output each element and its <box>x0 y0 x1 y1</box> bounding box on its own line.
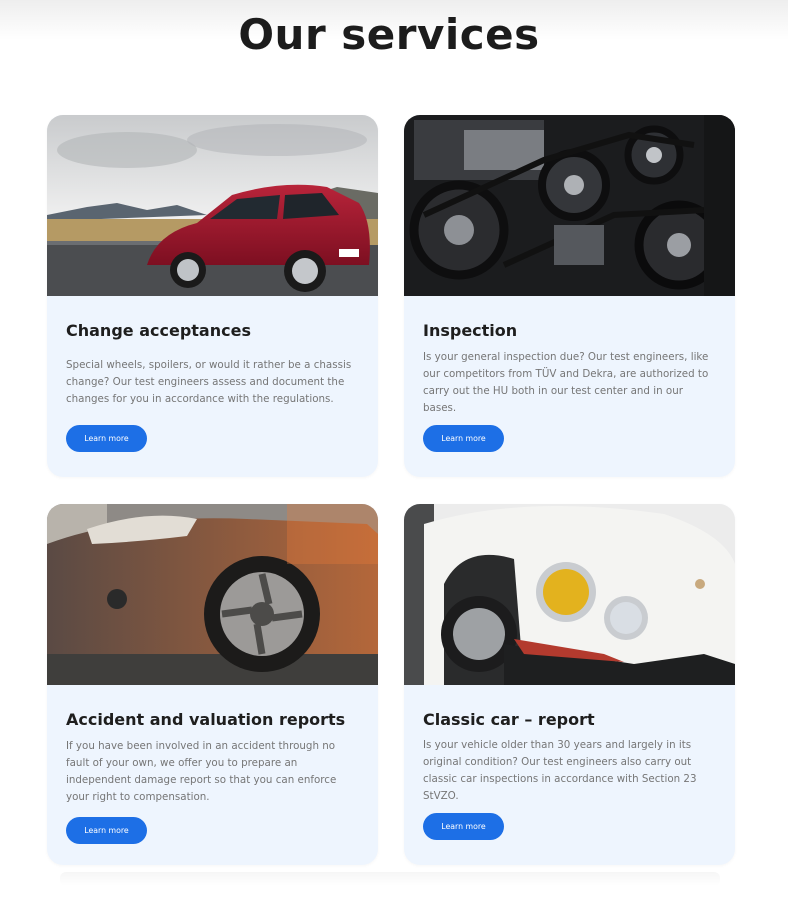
footer-fade <box>60 872 720 886</box>
card-description: Is your vehicle older than 30 years and … <box>423 739 697 802</box>
card-title: Classic car – report <box>423 710 595 729</box>
learn-more-button[interactable]: Learn more <box>66 425 147 452</box>
service-card-accident-reports: Accident and valuation reports If you ha… <box>47 504 378 865</box>
service-card-change-acceptances: Change acceptances Special wheels, spoil… <box>47 115 378 477</box>
red-hatchback-car-photo <box>47 115 378 296</box>
page-title: Our services <box>238 10 540 59</box>
card-title: Change acceptances <box>66 321 251 340</box>
flat-tire-car-photo <box>47 504 378 685</box>
classic-white-car-photo <box>404 504 735 685</box>
service-card-classic-car: Classic car – report Is your vehicle old… <box>404 504 735 865</box>
learn-more-button[interactable]: Learn more <box>423 425 504 452</box>
learn-more-button[interactable]: Learn more <box>423 813 504 840</box>
card-description: Special wheels, spoilers, or would it ra… <box>66 359 352 405</box>
card-description: Is your general inspection due? Our test… <box>423 351 709 414</box>
learn-more-button[interactable]: Learn more <box>66 817 147 844</box>
card-description: If you have been involved in an accident… <box>66 740 337 803</box>
engine-belt-photo <box>404 115 735 296</box>
service-card-inspection: Inspection Is your general inspection du… <box>404 115 735 477</box>
card-title: Accident and valuation reports <box>66 710 346 729</box>
card-title: Inspection <box>423 321 518 340</box>
